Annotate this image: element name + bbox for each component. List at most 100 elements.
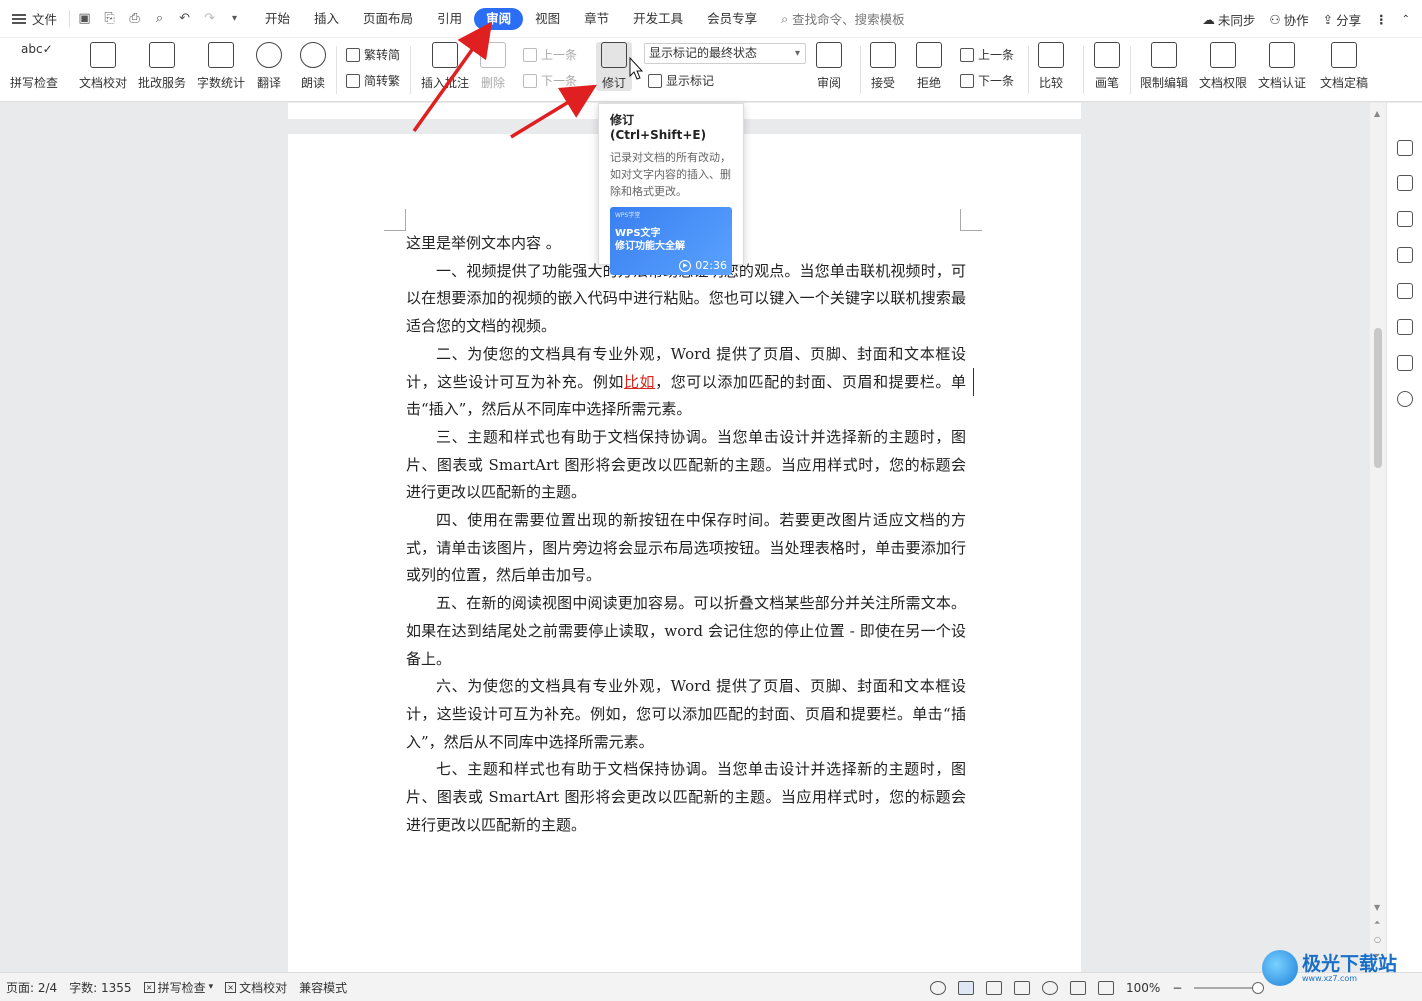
tab-references[interactable]: 引用 [425,8,474,30]
hamburger-icon [12,13,26,24]
page-indicator[interactable]: 页面: 2/4 [0,979,63,996]
settings-sliders-icon[interactable] [1397,247,1413,263]
word-count-button[interactable]: 字数统计 [197,42,245,91]
command-search[interactable]: ⌕ 查找命令、搜索模板 [781,9,905,28]
ink-button[interactable]: 画笔 [1094,42,1120,91]
reject-icon [916,42,942,68]
menu-bar: 文件 ▣ ⎘ ⎙ ⌕ ↶ ↷ ▾ 开始 插入 页面布局 引用 审阅 视图 章节 … [0,0,1422,38]
next-change-icon [960,73,974,88]
tab-section[interactable]: 章节 [572,8,621,30]
paragraph: 六、为使您的文档具有专业外观，Word 提供了页眉、页脚、封面和文本框设计，这些… [406,677,966,751]
tutorial-video-thumbnail[interactable]: WPS学堂 WPS文字 修订功能大全解 ▶ 02:36 [610,207,732,275]
zoom-slider[interactable] [1194,981,1265,994]
export-pdf-icon[interactable]: ⎘ [101,10,118,27]
doc-finalize-button[interactable]: 文档定稿 [1320,42,1368,91]
word-count-indicator[interactable]: 字数: 1355 [63,979,137,996]
review-pane-icon [816,42,842,68]
more-options-icon[interactable]: ⋮ [1375,12,1388,27]
show-markup-button[interactable]: 显示标记 [648,72,714,89]
tab-member[interactable]: 会员专享 [695,8,769,30]
watermark-text: 极光下载站 [1302,952,1398,975]
proofread-icon [90,42,116,68]
reading-view-icon[interactable] [1014,980,1030,995]
eye-protection-icon[interactable] [930,980,946,995]
select-browse-object-icon[interactable]: ○ [1374,935,1381,944]
collapse-ribbon-icon[interactable]: ⌃ [1402,14,1410,25]
simp-to-trad-button[interactable]: 简转繁 [346,72,400,89]
save-icon[interactable]: ▣ [76,10,93,27]
reject-button[interactable]: 拒绝 [916,42,942,91]
statusbar-spellcheck[interactable]: × 拼写检查 ▾ [138,979,220,996]
track-changes-button[interactable]: 修订 [596,42,632,91]
web-view-icon[interactable] [1042,980,1058,995]
restrict-edit-button[interactable]: 限制编辑 [1140,42,1188,91]
doc-certify-button[interactable]: 文档认证 [1258,42,1306,91]
file-menu-button[interactable]: 文件 [0,0,69,38]
book-icon[interactable] [1397,355,1413,371]
tab-home[interactable]: 开始 [253,8,302,30]
delete-comment-button[interactable]: 删除 [480,42,506,91]
fit-page-icon[interactable] [1098,980,1114,995]
prev-page-icon[interactable]: ⏶ [1374,918,1380,928]
pen-icon [1094,42,1120,68]
edit-icon[interactable] [1397,175,1413,191]
video-duration: 02:36 [695,259,727,272]
accept-label: 接受 [870,76,895,90]
lightning-icon[interactable] [1397,319,1413,335]
scroll-up-icon[interactable]: ▲ [1374,109,1380,118]
insert-comment-button[interactable]: 插入批注 [421,42,469,91]
outline-view-icon[interactable] [986,980,1002,995]
accept-button[interactable]: 接受 [870,42,896,91]
translate-button[interactable]: 翻译 [256,42,282,91]
markup-display-select[interactable]: 显示标记的最终状态 [644,43,806,64]
pen-mode-icon[interactable] [1070,980,1086,995]
customize-dropdown-icon[interactable]: ▾ [226,10,243,27]
tab-review[interactable]: 审阅 [474,7,524,30]
rocket-icon[interactable] [1397,140,1413,156]
tab-developer[interactable]: 开发工具 [621,8,695,30]
watermark-logo [1262,950,1298,986]
tab-view[interactable]: 视图 [523,8,572,30]
compare-button[interactable]: 比较 [1038,42,1064,91]
next-comment-button[interactable]: 下一条 [523,72,577,89]
share-button[interactable]: ⇪ 分享 [1323,10,1362,29]
word-count-label: 字数统计 [197,76,246,90]
zoom-out-icon[interactable]: − [1172,981,1182,995]
print-preview-icon[interactable]: ⌕ [151,10,168,27]
tooltip-title: 修订 (Ctrl+Shift+E) [610,113,707,142]
tab-page-layout[interactable]: 页面布局 [351,8,425,30]
paragraph: 七、主题和样式也有助于文档保持协调。当您单击设计并选择新的主题时，图片、图表或 … [406,760,966,834]
zoom-level[interactable]: 100% [1126,981,1160,995]
vertical-scrollbar[interactable]: ▲ ▼ ⏶ ○ ⏷ [1370,103,1386,972]
undo-icon[interactable]: ↶ [176,10,193,27]
page-view-icon[interactable] [958,980,974,995]
scrollbar-thumb[interactable] [1374,328,1382,468]
select-cursor-icon[interactable] [1397,211,1413,227]
read-aloud-button[interactable]: 朗读 [300,42,326,91]
trad-to-simp-button[interactable]: 繁转简 [346,46,400,63]
doc-proof-button[interactable]: 文档校对 [79,42,127,91]
tab-insert[interactable]: 插入 [302,8,351,30]
review-pane-button[interactable]: 审阅 [816,42,842,91]
document-body[interactable]: 这里是举例文本内容 。 一、视频提供了功能强大的方法帮助您证明您的观点。当您单击… [406,230,966,839]
correction-service-button[interactable]: 批改服务 [138,42,186,91]
spellcheck-button[interactable]: abc✓ 拼写检查 [10,42,58,91]
trad-to-simp-label: 繁转简 [364,48,401,62]
backup-icon[interactable] [1397,283,1413,299]
scroll-down-icon[interactable]: ▼ [1374,903,1380,912]
help-icon[interactable] [1397,391,1413,407]
paragraph: 四、使用在需要位置出现的新按钮在中保存时间。若要更改图片适应文档的方式，请单击该… [406,511,966,585]
next-change-button[interactable]: 下一条 [960,72,1014,89]
doc-permission-button[interactable]: 文档权限 [1199,42,1247,91]
statusbar-doc-proof[interactable]: × 文档校对 [219,979,293,996]
redo-icon[interactable]: ↷ [201,10,218,27]
collaborate-button[interactable]: ⚇ 协作 [1269,10,1308,29]
play-icon[interactable]: ▶ [679,259,692,272]
user-icon: ⚇ [1269,11,1281,27]
translate-icon [256,42,282,68]
prev-comment-button[interactable]: 上一条 [523,46,577,63]
prev-change-button[interactable]: 上一条 [960,46,1014,63]
print-icon[interactable]: ⎙ [126,10,143,27]
sync-status-button[interactable]: ☁ 未同步 [1202,10,1255,29]
translate-label: 翻译 [256,76,281,90]
